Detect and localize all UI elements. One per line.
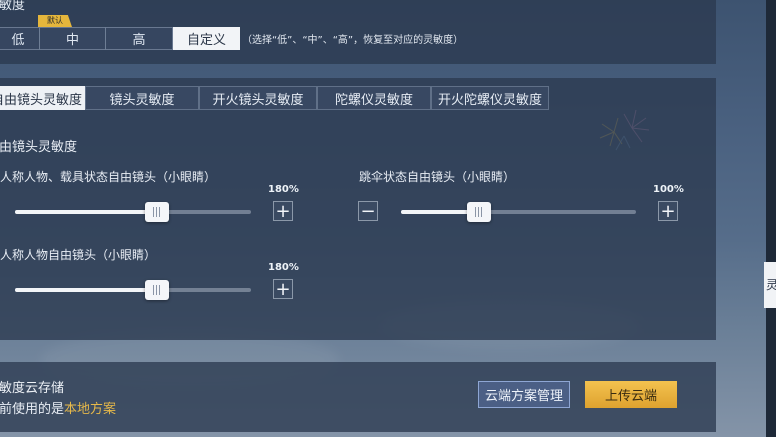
side-tab-label: 灵 (766, 278, 776, 292)
slider-label-fpp: 一人称人物自由镜头（小眼睛） (0, 248, 157, 262)
slider-thumb-tpp-vehicle[interactable] (144, 202, 169, 222)
slider-fill (15, 288, 157, 292)
plus-button-fpp[interactable]: + (273, 279, 293, 299)
slider-label-parachute: 跳伞状态自由镜头（小眼睛） (359, 170, 516, 184)
upload-cloud-button[interactable]: 上传云端 (585, 381, 677, 408)
slider-value-tpp-vehicle: 180% (268, 184, 299, 195)
cloud-status-line: 当前使用的是本地方案 (0, 398, 116, 417)
section-title: 自由镜头灵敏度 (0, 140, 78, 155)
tab-fire-camera[interactable]: 开火镜头灵敏度 (199, 86, 317, 110)
tab-gyroscope[interactable]: 陀螺仪灵敏度 (317, 86, 431, 110)
preset-custom-button[interactable]: 自定义 (173, 27, 240, 50)
section-header-title: 灵敏度 (0, 0, 26, 13)
preset-low-button[interactable]: 低 (0, 27, 40, 50)
slider-track-parachute[interactable] (401, 210, 636, 214)
slider-label-tpp-vehicle: 三人称人物、载具状态自由镜头（小眼睛） (0, 170, 217, 184)
side-tab[interactable]: 灵 (764, 262, 776, 308)
plus-button-parachute[interactable]: + (658, 201, 678, 221)
cloud-storage-title: 灵敏度云存储 (0, 381, 65, 396)
tab-camera[interactable]: 镜头灵敏度 (85, 86, 199, 110)
slider-thumb-fpp[interactable] (144, 280, 169, 300)
cloud-status-prefix: 当前使用的是 (0, 402, 65, 417)
slider-track-fpp[interactable] (15, 288, 251, 292)
slider-value-fpp: 180% (268, 262, 299, 273)
slider-track-tpp-vehicle[interactable] (15, 210, 251, 214)
preset-hint: （选择“低”、“中”、“高”，恢复至对应的灵敏度） (242, 35, 464, 46)
preset-high-button[interactable]: 高 (105, 27, 173, 50)
preset-medium-button[interactable]: 中 (39, 27, 106, 50)
default-badge: 默认 (38, 15, 72, 27)
tab-free-camera[interactable]: 自由镜头灵敏度 (0, 86, 85, 110)
cloud-status-value: 本地方案 (64, 402, 117, 417)
slider-value-parachute: 100% (653, 184, 684, 195)
cloud-manage-button[interactable]: 云端方案管理 (478, 381, 570, 408)
tab-fire-gyroscope[interactable]: 开火陀螺仪灵敏度 (431, 86, 549, 110)
slider-fill (15, 210, 157, 214)
slider-thumb-parachute[interactable] (466, 202, 491, 222)
minus-button-parachute[interactable]: − (358, 201, 378, 221)
plus-button-tpp-vehicle[interactable]: + (273, 201, 293, 221)
right-edge-strip (766, 0, 776, 437)
